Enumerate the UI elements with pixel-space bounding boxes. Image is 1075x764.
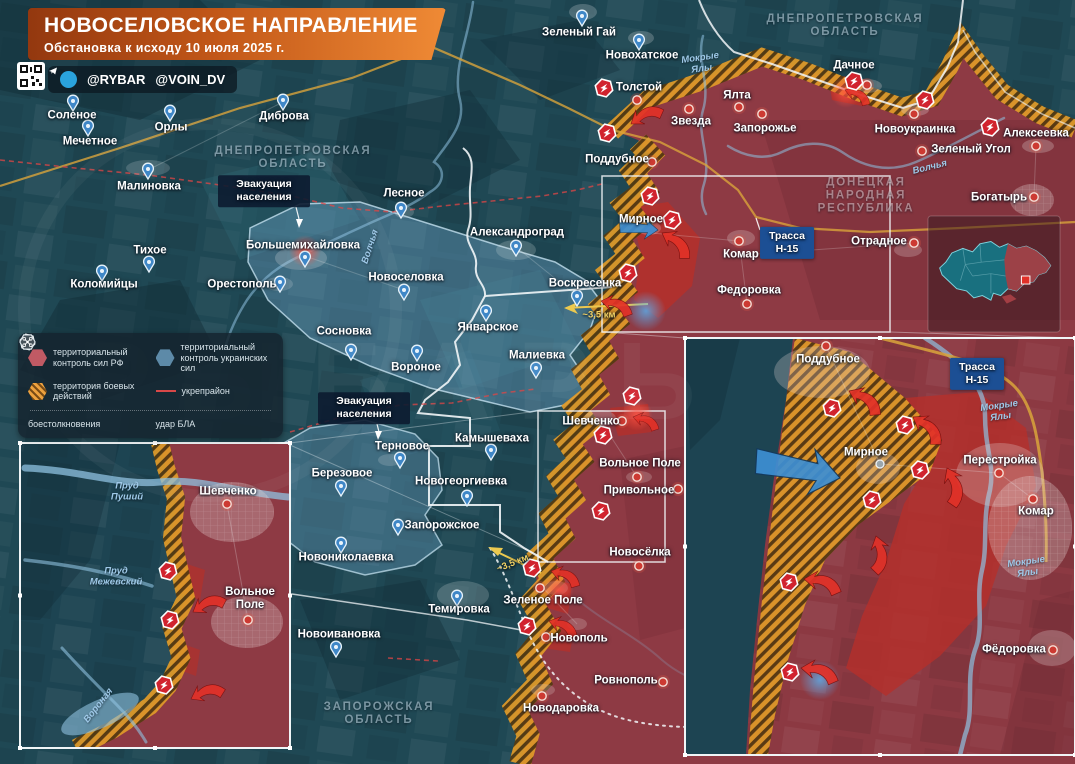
map-title: НОВОСЕЛОВСКОЕ НАПРАВЛЕНИЕ	[44, 14, 418, 37]
qr-pattern-icon	[20, 65, 42, 87]
ua-territory-icon	[155, 349, 175, 367]
settlement-dot-icon	[629, 92, 645, 108]
rf-territory-icon	[28, 349, 47, 367]
inset-frame-handle	[288, 441, 292, 445]
handle-voin-dv: @VOIN_DV	[155, 72, 226, 87]
social-handles: @RYBAR @VOIN_DV	[48, 66, 238, 93]
settlement-dot-icon	[731, 233, 747, 249]
legend: территориальный контроль сил РФ территор…	[18, 333, 283, 438]
map-subtitle: Обстановка к исходу 10 июля 2025 г.	[44, 41, 285, 55]
settlement-dot-icon	[739, 296, 755, 312]
settlement-dot-icon	[731, 99, 747, 115]
inset-frame-handle	[153, 441, 157, 445]
inset-frame-handle	[878, 753, 882, 757]
handle-rybar: @RYBAR	[87, 72, 146, 87]
settlement-dot-icon	[240, 612, 256, 628]
legend-separator	[30, 410, 271, 412]
inset-frame-handle	[18, 441, 22, 445]
combat-zone-icon	[28, 382, 47, 400]
legend-item-rf-control: территориальный контроль сил РФ	[28, 342, 146, 374]
legend-item-clashes: боестолкновения	[19, 333, 146, 430]
fortified-line-icon	[155, 390, 176, 393]
legend-item-combat-zone: территория боевых действий	[28, 381, 146, 402]
settlement-dot-icon	[681, 101, 697, 117]
inset-frame-handle	[288, 746, 292, 750]
settlement-dot-icon	[914, 143, 930, 159]
settlement-dot-icon	[1025, 491, 1041, 507]
settlement-dot-icon	[534, 688, 550, 704]
qr-code	[17, 62, 45, 90]
inset-frame-handle	[683, 336, 687, 340]
settlement-dot-icon	[670, 481, 686, 497]
inset-frame-handle	[288, 593, 292, 598]
war-map-screenshot: РЫБАРЬ СоленоеМечетноеОрлыДиброваМалинов…	[0, 0, 1075, 764]
settlement-dot-icon	[1028, 138, 1044, 154]
ukraine-minimap	[927, 215, 1061, 333]
settlement-dot-icon	[614, 413, 630, 429]
inset-frame-handle	[878, 336, 882, 340]
settlement-dot-icon	[991, 465, 1007, 481]
settlement-dot-icon	[644, 154, 660, 170]
legend-item-uav-strike: удар БЛА	[19, 334, 274, 430]
settlement-dot-icon	[875, 459, 885, 469]
inset-frame-handle	[153, 746, 157, 750]
legend-item-fortified-line: укрепрайон	[155, 381, 274, 402]
inset-frame-handle	[18, 746, 22, 750]
settlement-dot-icon	[906, 235, 922, 251]
uav-strike-icon	[626, 291, 666, 331]
telegram-icon	[49, 67, 77, 88]
settlement-dot-icon	[631, 558, 647, 574]
settlement-dot-icon	[219, 496, 235, 512]
legend-item-ua-control: территориальный контроль украинских сил	[155, 342, 274, 374]
settlement-dot-icon	[538, 629, 554, 645]
uav-strike-icon	[19, 334, 36, 350]
inset-frame-handle	[18, 593, 22, 598]
settlement-dot-icon	[818, 338, 834, 354]
settlement-dot-icon	[1045, 642, 1061, 658]
settlement-dot-icon	[754, 106, 770, 122]
settlement-dot-icon	[906, 106, 922, 122]
inset-bottom-left	[20, 443, 290, 748]
title-banner: НОВОСЕЛОВСКОЕ НАПРАВЛЕНИЕ Обстановка к и…	[28, 8, 446, 60]
inset-frame-handle	[683, 753, 687, 757]
settlement-dot-icon	[532, 580, 548, 596]
settlement-dot-icon	[1026, 189, 1042, 205]
inset-frame-handle	[683, 544, 687, 549]
settlement-dot-icon	[655, 674, 671, 690]
settlement-dot-icon	[629, 469, 645, 485]
